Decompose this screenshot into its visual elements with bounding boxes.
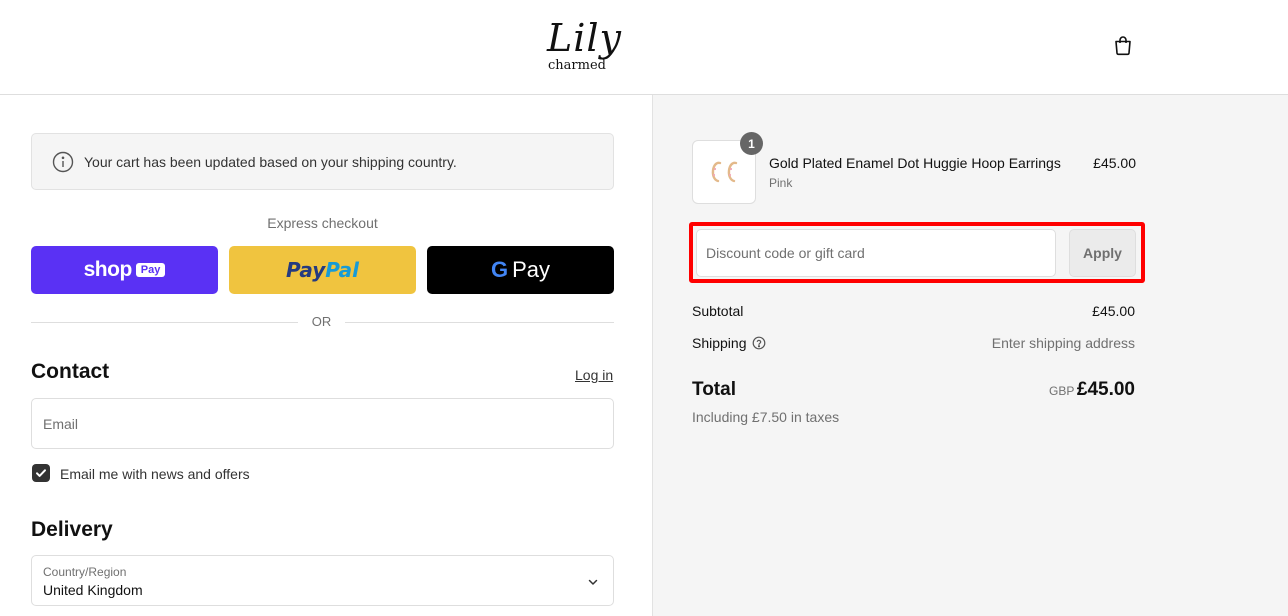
product-price: £45.00 <box>1093 155 1136 171</box>
discount-code-input[interactable] <box>696 229 1056 277</box>
delivery-title: Delivery <box>31 518 113 541</box>
apply-discount-button[interactable]: Apply <box>1069 229 1136 277</box>
divider-line-right <box>345 322 614 323</box>
shop-pay-word: shop <box>83 258 133 281</box>
earrings-image <box>711 161 738 183</box>
subtotal-label: Subtotal <box>692 303 744 319</box>
help-circle-icon[interactable] <box>752 336 766 350</box>
logo-script: Lily <box>547 16 623 60</box>
or-divider: OR <box>31 313 614 331</box>
info-icon <box>52 151 74 173</box>
tax-note: Including £7.50 in taxes <box>692 409 840 425</box>
google-g-icon: G <box>490 257 509 282</box>
chevron-down-icon <box>587 575 599 587</box>
or-text: OR <box>311 314 332 329</box>
product-name: Gold Plated Enamel Dot Huggie Hoop Earri… <box>769 155 1061 171</box>
shipping-value: Enter shipping address <box>991 335 1135 351</box>
shop-pay-button[interactable]: shop Pay <box>31 246 218 294</box>
country-label: Country/Region <box>43 565 127 579</box>
shopping-bag-icon[interactable] <box>1112 34 1134 56</box>
contact-title: Contact <box>31 360 110 383</box>
country-select[interactable]: Country/Region United Kingdom <box>31 555 614 606</box>
email-field[interactable] <box>31 398 614 449</box>
paypal-button[interactable]: PayPal <box>229 246 416 294</box>
site-header: Lily charmed <box>0 0 1288 95</box>
total-currency: GBP <box>1049 384 1075 398</box>
google-pay-button[interactable]: G Pay <box>427 246 614 294</box>
checkout-form: Your cart has been updated based on your… <box>0 95 652 616</box>
paypal-logo: PayPal <box>285 258 360 282</box>
divider-line-left <box>31 322 298 323</box>
subtotal-value: £45.00 <box>1092 303 1135 319</box>
notice-text: Your cart has been updated based on your… <box>84 154 457 170</box>
checkmark-icon <box>36 469 46 477</box>
cart-updated-notice: Your cart has been updated based on your… <box>31 133 614 190</box>
shop-pay-badge: Pay <box>135 263 166 277</box>
total-value: £45.00 <box>1076 379 1135 400</box>
order-summary: 1 Gold Plated Enamel Dot Huggie Hoop Ear… <box>652 95 1288 616</box>
logo-subtitle: charmed <box>548 58 606 73</box>
country-value: United Kingdom <box>43 582 143 598</box>
total-label: Total <box>692 379 736 400</box>
product-variant: Pink <box>769 176 793 190</box>
google-pay-word: Pay <box>512 257 551 282</box>
log-in-link[interactable]: Log in <box>575 366 613 384</box>
quantity-badge: 1 <box>740 132 763 155</box>
express-checkout-label: Express checkout <box>267 215 378 231</box>
shipping-label: Shipping <box>692 335 747 351</box>
newsletter-label: Email me with news and offers <box>60 466 250 482</box>
store-logo[interactable]: Lily charmed <box>545 16 621 76</box>
newsletter-checkbox[interactable] <box>32 464 50 482</box>
